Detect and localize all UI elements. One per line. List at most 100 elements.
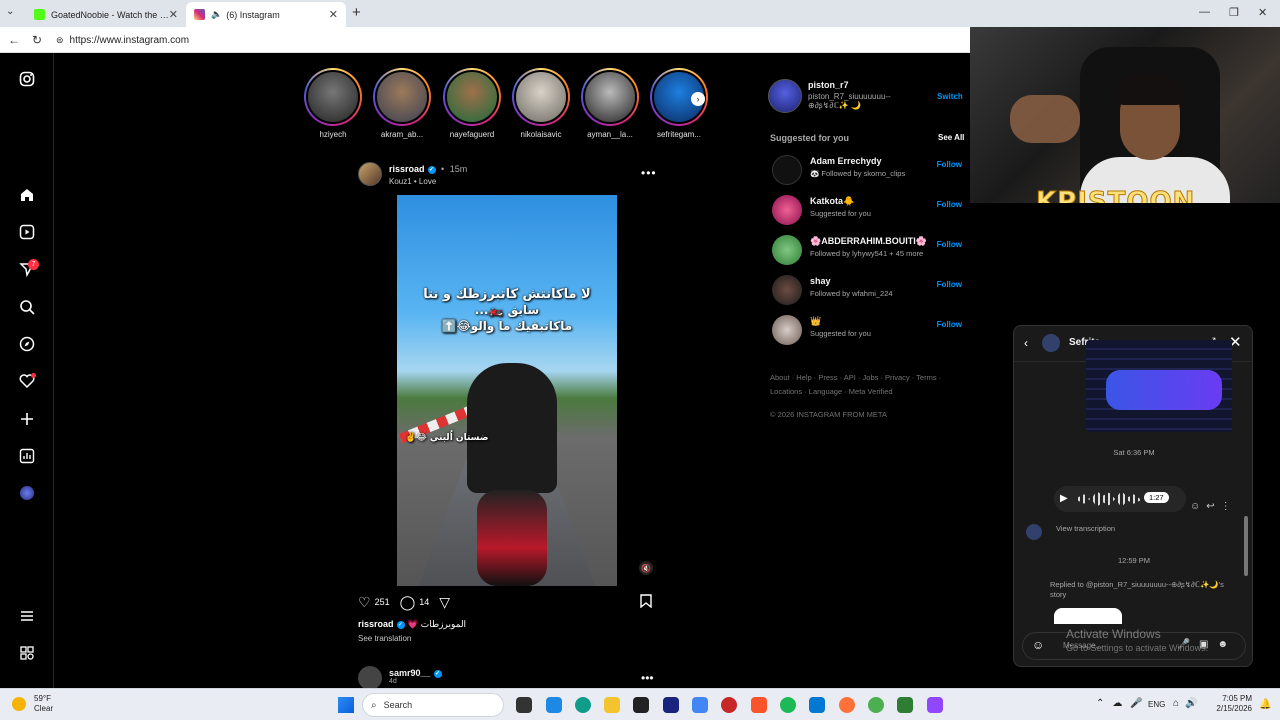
current-user-avatar[interactable] <box>768 79 802 113</box>
footer-links[interactable]: About · Help · Press · API · Jobs · Priv… <box>770 371 960 399</box>
sticker-icon[interactable]: ☻ <box>1217 639 1237 650</box>
record-app-icon[interactable] <box>721 697 737 713</box>
follow-button[interactable]: Follow <box>937 320 962 329</box>
notepad-icon[interactable] <box>809 697 825 713</box>
story-reply-preview[interactable] <box>1054 608 1122 624</box>
spotify-icon[interactable] <box>780 697 796 713</box>
discord-icon[interactable] <box>927 697 943 713</box>
post-author-avatar[interactable] <box>358 162 382 186</box>
tab-kick[interactable]: GoatedNoobie - Watch the VOD o ✕ <box>26 2 186 27</box>
language-indicator[interactable]: ENG <box>1148 700 1165 709</box>
instagram-logo-icon[interactable] <box>17 69 37 89</box>
suggestion-avatar[interactable] <box>772 275 802 305</box>
share-icon[interactable]: ▽ <box>439 594 450 611</box>
start-icon[interactable] <box>338 697 354 713</box>
next-post-more-icon[interactable]: ••• <box>641 671 654 685</box>
brave-icon[interactable] <box>751 697 767 713</box>
create-icon[interactable] <box>17 409 37 429</box>
reply-icon[interactable]: ↩ <box>1206 501 1220 512</box>
tab-instagram[interactable]: 🔈 (6) Instagram ✕ <box>186 2 346 27</box>
weather-widget[interactable]: 59°F Clear <box>34 694 53 714</box>
suggestion-username[interactable]: 👑 <box>810 316 930 327</box>
suggestion-avatar[interactable] <box>772 235 802 265</box>
see-all-link[interactable]: See All <box>938 133 964 142</box>
voice-message[interactable]: ▶ 1:27 <box>1054 486 1186 512</box>
post-audio[interactable]: Kouz1 • Love <box>389 177 436 186</box>
post-username[interactable]: rissroad <box>389 164 425 174</box>
more-menu-icon[interactable] <box>17 606 37 626</box>
suggestion-username[interactable]: Adam Errechydy <box>810 156 930 166</box>
task-view-icon[interactable] <box>516 697 532 713</box>
site-info-icon[interactable]: ⊜ <box>56 35 64 46</box>
like-icon[interactable]: ♡ <box>358 594 371 611</box>
weather-icon[interactable] <box>12 697 26 711</box>
story-item[interactable]: nayefaguerd <box>440 68 504 139</box>
more-icon[interactable]: ⋮ <box>1221 501 1237 512</box>
follow-button[interactable]: Follow <box>937 240 962 249</box>
url-field[interactable]: ⊜ https://www.instagram.com <box>56 31 956 49</box>
suggestion-username[interactable]: 🌸ABDERRAHIM.BOUITI🌸 <box>810 236 930 247</box>
also-from-meta-icon[interactable] <box>17 643 37 663</box>
restore-icon[interactable]: ❐ <box>1229 6 1239 19</box>
home-icon[interactable] <box>17 185 37 205</box>
firefox-icon[interactable] <box>839 697 855 713</box>
close-tab-icon[interactable]: ✕ <box>329 8 338 21</box>
stories-next-icon[interactable]: › <box>691 92 705 106</box>
notifications-icon[interactable]: 🔔 <box>1259 699 1271 710</box>
post-more-icon[interactable]: ••• <box>641 166 657 180</box>
story-item[interactable]: hziyech <box>301 68 365 139</box>
suggestion-username[interactable]: Katkota🐥 <box>810 196 930 207</box>
reels-icon[interactable] <box>17 222 37 242</box>
mute-icon[interactable]: 🔇 <box>639 561 653 575</box>
play-icon[interactable]: ▶ <box>1060 493 1068 504</box>
caption-username[interactable]: rissroad <box>358 619 394 629</box>
suggestion-avatar[interactable] <box>772 195 802 225</box>
suggestion-avatar[interactable] <box>772 315 802 345</box>
suggestion-avatar[interactable] <box>772 155 802 185</box>
profile-avatar-icon[interactable] <box>17 483 37 503</box>
switch-account-link[interactable]: Switch <box>937 92 963 101</box>
file-explorer-icon[interactable] <box>604 697 620 713</box>
store-icon[interactable] <box>546 697 562 713</box>
story-item[interactable]: ayman__la... <box>578 68 642 139</box>
premiere-icon[interactable] <box>663 697 679 713</box>
explore-icon[interactable] <box>17 334 37 354</box>
chat-back-icon[interactable]: ‹ <box>1024 336 1028 350</box>
post-author[interactable]: rissroad ✓ • 15m <box>389 164 467 174</box>
game-app-icon[interactable] <box>897 697 913 713</box>
clock[interactable]: 7:05 PM 2/15/2026 <box>1212 694 1252 714</box>
new-tab-icon[interactable]: + <box>352 4 361 21</box>
see-translation-link[interactable]: See translation <box>358 634 411 643</box>
view-transcription-link[interactable]: View transcription <box>1056 524 1115 533</box>
tab-list-icon[interactable]: ⌄ <box>6 6 14 17</box>
back-icon[interactable]: ← <box>8 33 20 47</box>
chat-avatar[interactable] <box>1042 334 1060 352</box>
taskbar-search[interactable]: ⌕ Search <box>362 693 504 717</box>
capcut-icon[interactable] <box>633 697 649 713</box>
next-post-author[interactable]: samr90__ ✓ 4d <box>389 668 442 685</box>
current-username[interactable]: piston_r7 <box>808 80 849 90</box>
suggestion-username[interactable]: shay <box>810 276 930 286</box>
audio-icon[interactable]: 🔈 <box>211 9 222 20</box>
save-icon[interactable] <box>640 594 652 611</box>
minimize-icon[interactable]: — <box>1199 6 1210 18</box>
story-item[interactable]: akram_ab... <box>370 68 434 139</box>
next-post-username[interactable]: samr90__ <box>389 668 431 678</box>
next-post-avatar[interactable] <box>358 666 382 690</box>
dashboard-icon[interactable] <box>17 446 37 466</box>
emoji-icon[interactable]: ☺ <box>1032 638 1044 652</box>
network-volume-icons[interactable]: ⌂🔊 <box>1173 698 1204 709</box>
reload-icon[interactable]: ↻ <box>32 33 42 47</box>
chat-scrollbar[interactable] <box>1244 366 1248 616</box>
copilot-icon[interactable] <box>692 697 708 713</box>
react-icon[interactable]: ☺ <box>1190 501 1206 512</box>
story-item[interactable]: nikolaisavic <box>509 68 573 139</box>
follow-button[interactable]: Follow <box>937 200 962 209</box>
close-window-icon[interactable]: ✕ <box>1258 6 1267 19</box>
post-video[interactable]: لا ماكانتش كاتبرزطك و نتا سايق 🏍️... ماك… <box>397 195 617 586</box>
follow-button[interactable]: Follow <box>937 160 962 169</box>
edge-icon[interactable] <box>575 697 591 713</box>
close-tab-icon[interactable]: ✕ <box>169 8 178 21</box>
follow-button[interactable]: Follow <box>937 280 962 289</box>
comment-icon[interactable]: ◯ <box>400 594 416 611</box>
